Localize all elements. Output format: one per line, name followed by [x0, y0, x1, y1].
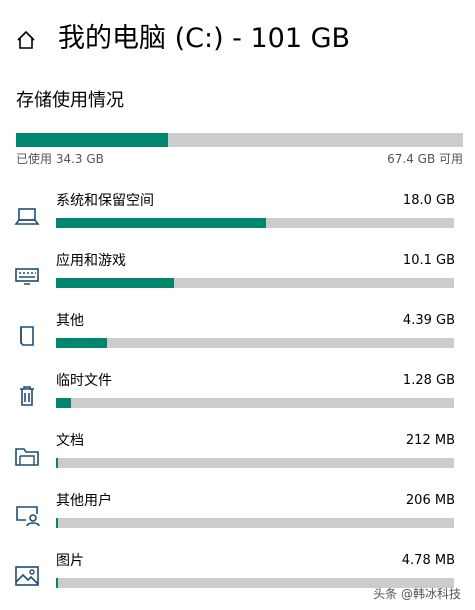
category-size: 18.0 GB [402, 193, 455, 208]
page-title: 我的电脑 (C:) - 101 GB [58, 23, 351, 54]
category-usage-fill [56, 398, 71, 408]
category-usage-bar [56, 278, 454, 288]
watermark: 头条 @韩冰科技 [373, 587, 461, 601]
category-size: 10.1 GB [402, 253, 455, 268]
category-usage-bar [56, 398, 454, 408]
category-row-system[interactable]: 系统和保留空间 18.0 GB [0, 190, 475, 246]
trash-icon [20, 386, 34, 406]
category-usage-fill [56, 278, 174, 288]
laptop-icon [14, 208, 40, 225]
category-size: 1.28 GB [402, 373, 455, 388]
category-usage-fill [56, 338, 107, 348]
category-label: 应用和游戏 [56, 253, 126, 269]
category-row-other-users[interactable]: 其他用户 206 MB [0, 490, 475, 546]
category-usage-bar [56, 218, 454, 228]
category-size: 4.78 MB [401, 553, 455, 568]
picture-icon [15, 566, 39, 586]
category-usage-bar [56, 338, 454, 348]
category-label: 文档 [56, 433, 84, 449]
category-label: 其他用户 [56, 493, 112, 509]
section-title: 存储使用情况 [16, 90, 124, 111]
storage-usage-fill [16, 133, 168, 147]
user-monitor-icon [16, 506, 40, 527]
page-header: 我的电脑 (C:) - 101 GB [0, 0, 475, 80]
home-icon[interactable] [16, 30, 36, 50]
category-usage-bar [56, 518, 454, 528]
category-row-apps[interactable]: 应用和游戏 10.1 GB [0, 250, 475, 306]
category-label: 其他 [56, 313, 84, 329]
category-size: 4.39 GB [402, 313, 455, 328]
category-row-temp-files[interactable]: 临时文件 1.28 GB [0, 370, 475, 426]
category-size: 206 MB [405, 493, 455, 508]
category-size: 212 MB [405, 433, 455, 448]
category-label: 系统和保留空间 [56, 193, 154, 209]
keyboard-icon [15, 268, 39, 285]
book-icon [20, 326, 34, 346]
folder-icon [15, 448, 39, 466]
category-usage-fill [56, 458, 59, 468]
used-space-label: 已使用 34.3 GB [16, 152, 104, 166]
free-space-label: 67.4 GB 可用 [387, 152, 463, 166]
category-label: 临时文件 [56, 373, 112, 389]
category-usage-fill [56, 578, 58, 588]
category-row-documents[interactable]: 文档 212 MB [0, 430, 475, 486]
storage-usage-bar [16, 133, 463, 147]
category-usage-fill [56, 218, 267, 228]
category-usage-bar [56, 458, 454, 468]
category-label: 图片 [56, 553, 84, 569]
category-usage-fill [56, 518, 59, 528]
category-row-other[interactable]: 其他 4.39 GB [0, 310, 475, 366]
